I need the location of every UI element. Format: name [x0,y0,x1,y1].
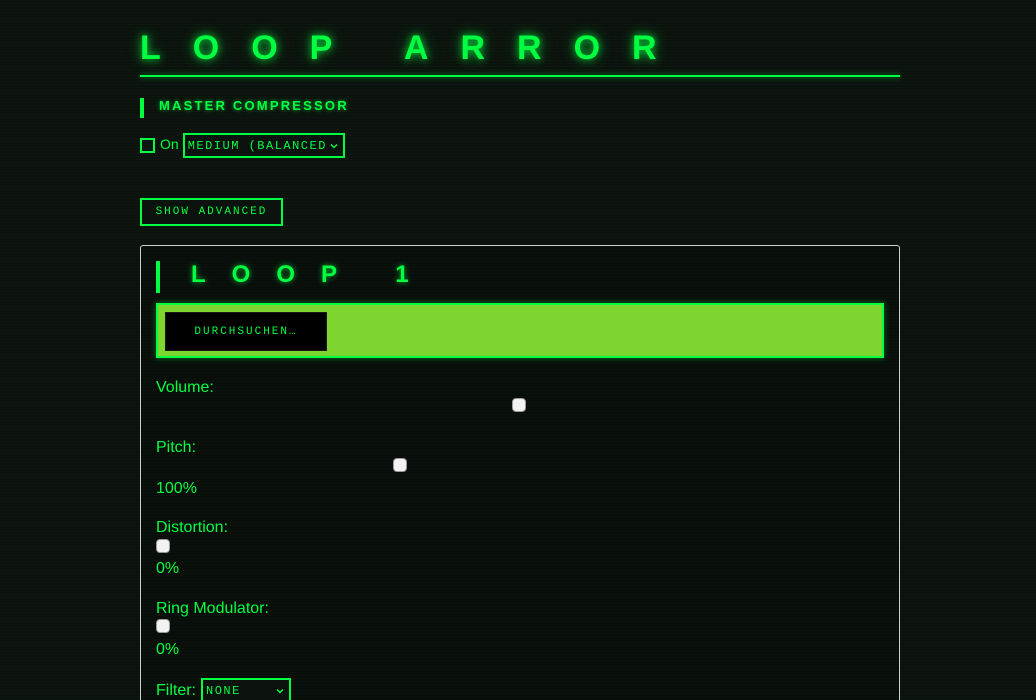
distortion-slider[interactable] [156,539,286,555]
filter-value: NONE [206,683,241,698]
chevron-down-icon [330,143,338,148]
title-divider [140,75,900,77]
browse-button[interactable]: DURCHSUCHEN… [165,312,327,351]
compressor-controls: On MEDIUM (BALANCED) [140,133,345,158]
loop-heading-bar [156,261,160,293]
compressor-on-label: On [160,136,179,152]
distortion-slider-thumb[interactable] [156,539,170,553]
loop-panel: LOOP 1 DURCHSUCHEN… Volume: Pitch: 100% … [140,245,900,700]
master-compressor-heading: MASTER COMPRESSOR [140,98,349,118]
ring-modulator-slider-thumb[interactable] [156,619,170,633]
pitch-slider-track [156,465,883,467]
chevron-down-icon [276,688,284,693]
show-advanced-button[interactable]: SHOW ADVANCED [140,198,283,226]
file-input-bar: DURCHSUCHEN… [156,303,884,358]
distortion-value: 0% [156,560,180,577]
app-title: LOOP ARROR [140,29,689,67]
ring-modulator-label: Ring Modulator: [156,600,269,617]
pitch-label: Pitch: [156,439,197,456]
volume-slider-thumb[interactable] [511,398,526,412]
compressor-on-checkbox[interactable] [140,138,155,153]
distortion-slider-track [156,546,286,548]
compressor-preset-value: MEDIUM (BALANCED) [187,138,328,153]
volume-slider[interactable] [156,398,883,414]
distortion-label: Distortion: [156,519,229,536]
pitch-slider-thumb[interactable] [392,458,407,472]
filter-label: Filter: [156,681,196,699]
ring-modulator-slider[interactable] [156,619,286,635]
compressor-preset-select[interactable]: MEDIUM (BALANCED) [182,133,345,158]
ring-modulator-slider-track [156,626,286,628]
volume-label: Volume: [156,379,214,396]
filter-select[interactable]: NONE [201,678,291,700]
ring-modulator-value: 0% [156,641,180,658]
filter-row: Filter: NONE [156,678,291,700]
loop-title: LOOP 1 [191,261,435,288]
pitch-slider[interactable] [156,458,883,474]
pitch-value: 100% [156,480,197,497]
